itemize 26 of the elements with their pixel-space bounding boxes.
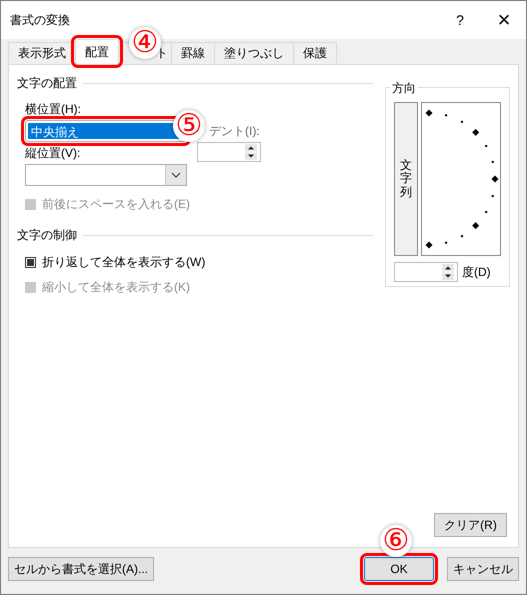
group-heading: 文字の配置 [17, 75, 373, 92]
tab[interactable]: 表示形式 [8, 42, 76, 64]
vertical-text-button[interactable]: 文字列 [394, 102, 418, 256]
group-heading: 文字の制御 [17, 227, 373, 244]
tab[interactable]: 保護 [293, 42, 337, 64]
field-label: 横位置(H): [25, 101, 82, 118]
field-label: デント(I): [208, 123, 261, 140]
dialog-button[interactable]: セルから書式を選択(A)... [8, 557, 154, 581]
checkbox-label: 折り返して全体を表示する(W) [42, 254, 206, 271]
window-title: 書式の変換 [10, 12, 71, 28]
field-label: 度(D) [462, 264, 491, 280]
help-button[interactable]: ? [438, 1, 482, 39]
spin-buttons-icon[interactable] [441, 263, 457, 281]
checkbox[interactable] [25, 257, 36, 268]
dropdown[interactable] [25, 164, 187, 186]
checkbox-label: 縮小して全体を表示する(K) [42, 279, 190, 296]
spin-buttons-icon[interactable] [244, 143, 260, 161]
spin-field[interactable] [197, 142, 261, 162]
clear-button[interactable]: クリア(R) [434, 513, 507, 537]
degrees-field[interactable] [394, 262, 458, 282]
chevron-down-icon [171, 172, 181, 178]
close-button[interactable]: × [482, 1, 526, 39]
orientation-dial-drawing[interactable] [421, 102, 501, 256]
dialog-button[interactable]: キャンセル [447, 557, 519, 581]
checkbox-label: 前後にスペースを入れる(E) [42, 196, 190, 213]
field-label: 縦位置(V): [25, 145, 82, 162]
